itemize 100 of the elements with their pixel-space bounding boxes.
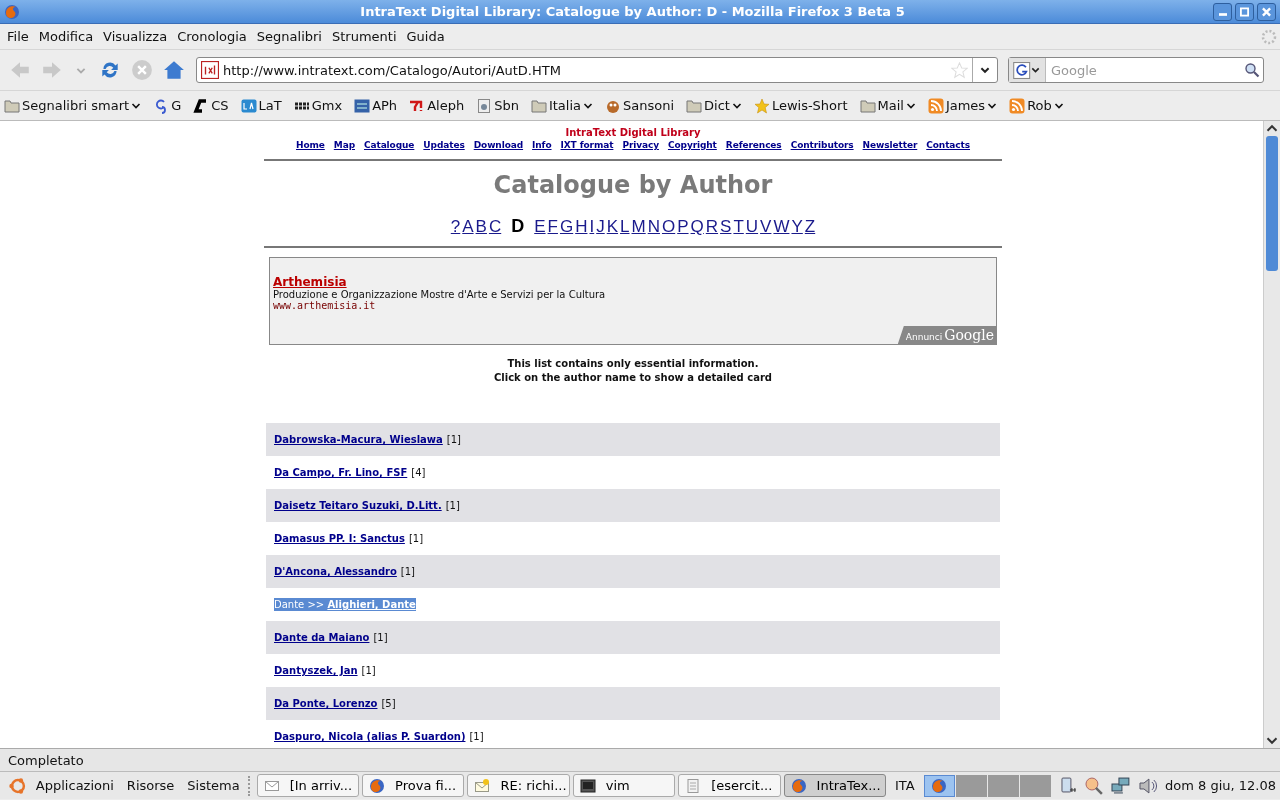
letter-link[interactable]: F — [547, 217, 558, 237]
author-link[interactable]: Da Campo, Fr. Lino, FSF — [274, 467, 408, 478]
search-box[interactable]: Google — [1008, 57, 1264, 83]
nav-link[interactable]: References — [725, 140, 782, 150]
nav-link[interactable]: Newsletter — [862, 140, 918, 150]
nav-link[interactable]: Map — [333, 140, 355, 150]
search-engine-button[interactable] — [1009, 58, 1046, 82]
letter-link[interactable]: Z — [804, 217, 816, 237]
letter-link[interactable]: ? — [450, 217, 461, 237]
workspace-switcher-cell[interactable] — [987, 774, 1019, 797]
menu-item[interactable]: Strumenti — [327, 29, 402, 44]
nav-link[interactable]: Home — [296, 140, 325, 150]
bookmark-item[interactable]: G — [153, 97, 182, 114]
address-field[interactable]: http://www.intratext.com/Catalogo/Autori/AutD.HTM — [223, 62, 951, 78]
nav-link[interactable]: IXT format — [560, 140, 614, 150]
author-link[interactable]: Dante da Maiano — [274, 632, 370, 643]
letter-link[interactable]: Q — [690, 217, 704, 237]
letter-link[interactable]: V — [760, 217, 772, 237]
letter-link[interactable]: G — [559, 217, 574, 237]
network-icon[interactable] — [1111, 775, 1132, 796]
menu-item[interactable]: Segnalibri — [251, 29, 327, 44]
bookmark-item[interactable]: Italia — [530, 97, 593, 114]
author-link[interactable]: Daspuro, Nicola (alias P. Suardon) — [274, 731, 466, 742]
nav-link[interactable]: Privacy — [622, 140, 659, 150]
nav-link[interactable]: Contacts — [926, 140, 970, 150]
bookmark-item[interactable]: James — [927, 97, 998, 114]
magnifier-icon[interactable] — [1084, 775, 1105, 796]
taskbar-button[interactable]: RE: richi... — [467, 774, 570, 797]
letter-link[interactable]: M — [631, 217, 646, 237]
panel-menu[interactable]: Risorse — [121, 778, 180, 793]
author-link[interactable]: D'Ancona, Alessandro — [274, 566, 397, 577]
maximize-button[interactable] — [1235, 2, 1254, 21]
author-link[interactable]: Daisetz Teitaro Suzuki, D.Litt. — [274, 500, 442, 511]
letter-link[interactable]: Y — [791, 217, 803, 237]
taskbar-button[interactable]: Prova fi... — [362, 774, 465, 797]
panel-menu[interactable]: Applicazioni — [30, 778, 119, 793]
bookmark-item[interactable]: CS — [193, 97, 229, 114]
nav-link[interactable]: Updates — [423, 140, 465, 150]
bookmark-item[interactable]: Sbn — [476, 97, 519, 114]
bookmark-item[interactable]: Rob — [1009, 97, 1064, 114]
menu-item[interactable]: Visualizza — [98, 29, 173, 44]
bookmark-item[interactable]: Dict — [686, 97, 742, 114]
author-link[interactable]: Da Ponte, Lorenzo — [274, 698, 378, 709]
letter-link[interactable]: J — [596, 217, 605, 237]
letter-link[interactable]: U — [745, 217, 759, 237]
minimize-button[interactable] — [1213, 2, 1232, 21]
volume-icon[interactable] — [1138, 775, 1159, 796]
letter-link[interactable]: O — [661, 217, 676, 237]
author-link[interactable]: Dantyszek, Jan — [274, 665, 358, 676]
clock[interactable]: dom 8 giu, 12.08 — [1165, 778, 1277, 793]
address-bar[interactable]: http://www.intratext.com/Catalogo/Autori/AutD.HTM — [196, 57, 998, 83]
ads-badge[interactable]: Annunci Google — [897, 326, 996, 344]
letter-link[interactable]: W — [773, 217, 790, 237]
letter-link[interactable]: P — [677, 217, 689, 237]
close-button[interactable] — [1257, 2, 1276, 21]
vertical-scrollbar[interactable] — [1263, 121, 1280, 748]
nav-link[interactable]: Catalogue — [363, 140, 415, 150]
bookmark-star-icon[interactable] — [951, 61, 968, 79]
letter-link[interactable]: H — [575, 217, 588, 237]
menu-item[interactable]: File — [2, 29, 34, 44]
bookmark-item[interactable]: APh — [354, 97, 398, 114]
letter-link[interactable]: C — [488, 217, 502, 237]
taskbar-button[interactable]: [esercit... — [678, 774, 781, 797]
workspace-switcher-cell[interactable] — [923, 774, 955, 797]
letter-link[interactable]: T — [733, 217, 744, 237]
letter-link[interactable]: N — [647, 217, 660, 237]
ad-title-link[interactable]: Arthemisia — [273, 275, 347, 289]
workspace-switcher-cell[interactable] — [1019, 774, 1051, 797]
workspace-switcher-cell[interactable] — [955, 774, 987, 797]
taskbar-button[interactable]: [In arriv... — [256, 774, 360, 797]
nav-link[interactable]: Copyright — [667, 140, 717, 150]
letter-link[interactable]: I — [589, 217, 595, 237]
letter-link[interactable]: L — [620, 217, 630, 237]
author-link[interactable]: Damasus PP. I: Sanctus — [274, 533, 405, 544]
panel-menu[interactable]: Sistema — [182, 778, 245, 793]
bookmark-item[interactable]: LaT — [240, 97, 282, 114]
bookmark-item[interactable]: Mail — [859, 97, 916, 114]
letter-link[interactable]: S — [720, 217, 732, 237]
taskbar-button[interactable]: IntraTex... — [783, 774, 886, 797]
letter-link[interactable]: B — [475, 217, 487, 237]
author-link[interactable]: Alighieri, Dante — [327, 599, 416, 610]
menu-item[interactable]: Modifica — [33, 29, 99, 44]
letter-link[interactable]: K — [606, 217, 619, 237]
menu-item[interactable]: Guida — [401, 29, 450, 44]
menu-item[interactable]: Cronologia — [172, 29, 252, 44]
bookmark-item[interactable]: Segnalibri smart — [4, 97, 142, 114]
taskbar-button[interactable]: vim — [572, 774, 676, 797]
keyboard-layout-indicator[interactable]: ITA — [888, 778, 921, 793]
nav-link[interactable]: Contributors — [790, 140, 854, 150]
nav-link[interactable]: Download — [473, 140, 524, 150]
letter-link[interactable]: R — [705, 217, 719, 237]
bookmark-item[interactable]: Gmx — [293, 97, 343, 114]
bookmark-item[interactable]: Aleph — [409, 97, 465, 114]
bookmark-item[interactable]: Lewis-Short — [753, 97, 848, 114]
bookmark-item[interactable]: Sansoni — [604, 97, 674, 114]
letter-link[interactable]: E — [534, 217, 546, 237]
search-icon[interactable] — [1244, 62, 1260, 78]
author-link[interactable]: Dabrowska-Macura, Wieslawa — [274, 434, 443, 445]
letter-link[interactable]: A — [462, 217, 474, 237]
scrollbar-thumb[interactable] — [1266, 136, 1278, 271]
